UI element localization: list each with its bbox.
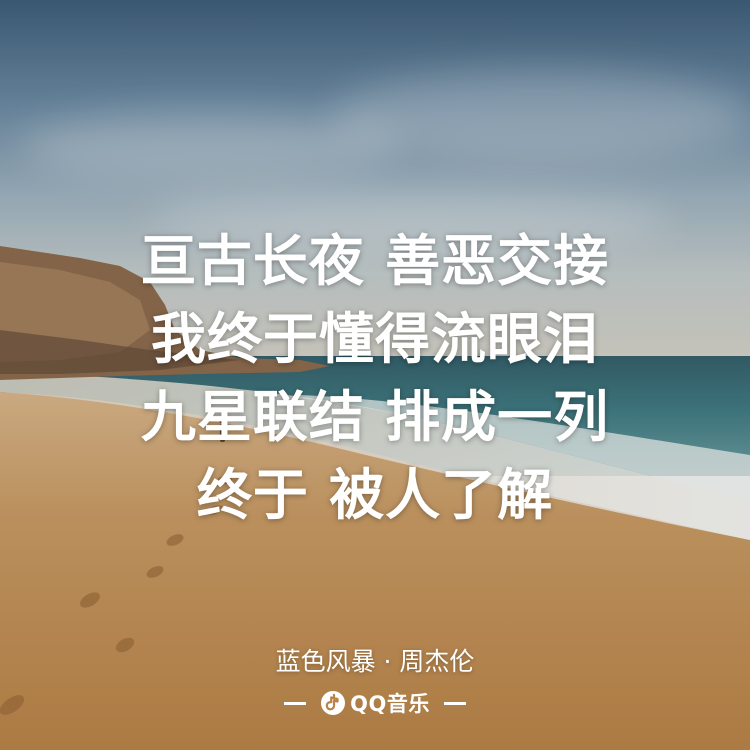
left-dash — [284, 701, 307, 705]
lyric-line-4: 终于 被人了解 — [196, 463, 554, 527]
lyric-line-3: 九星联结 排成一列 — [140, 385, 610, 449]
right-dash — [443, 701, 466, 705]
lyric-line-1: 亘古长夜 善恶交接 — [140, 229, 610, 293]
qq-music-logo-icon — [321, 691, 346, 715]
song-credit: 蓝色风暴 · 周杰伦 — [275, 647, 475, 676]
lyrics-block: 亘古长夜 善恶交接 我终于懂得流眼泪 九星联结 排成一列 终于 被人了解 — [0, 222, 750, 534]
brand-name: QQ音乐 — [350, 692, 430, 716]
brand-footer: QQ音乐 — [0, 686, 750, 720]
lyric-line-2: 我终于懂得流眼泪 — [150, 307, 599, 371]
